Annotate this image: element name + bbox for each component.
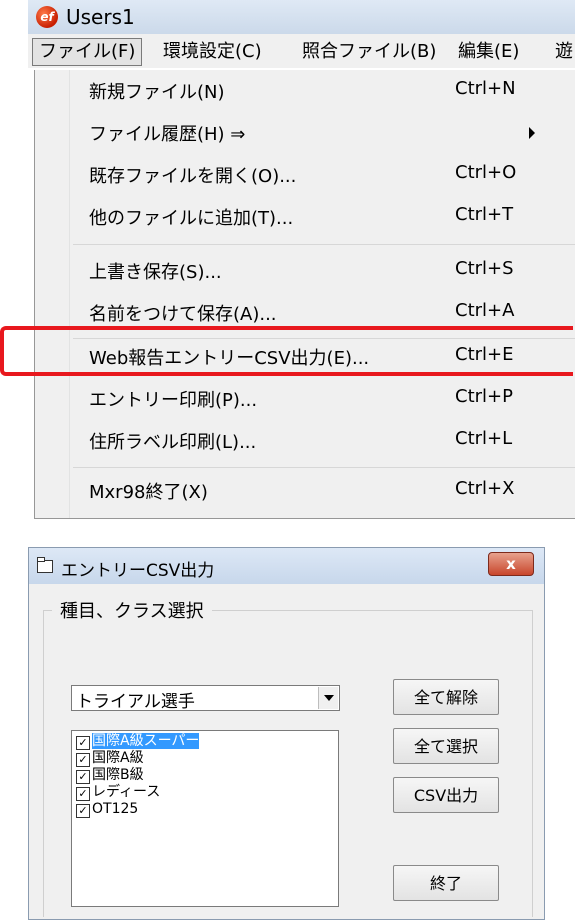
menu-item-file-history[interactable]: ファイル履歴(H) ⇒ xyxy=(35,114,575,152)
list-item-label: 国際A級スーパー xyxy=(92,733,200,749)
list-item[interactable]: ✓ 国際A級 xyxy=(76,750,336,767)
app-logo-icon: ef xyxy=(36,6,58,28)
menu-item-print-entries[interactable]: エントリー印刷(P)... Ctrl+P xyxy=(35,380,575,418)
menu-item-label: 名前をつけて保存(A)... xyxy=(89,304,277,325)
menu-item-label: 新規ファイル(N) xyxy=(89,82,225,103)
menu-item-label: 既存ファイルを開く(O)... xyxy=(89,166,297,187)
list-item[interactable]: ✓ 国際A級スーパー xyxy=(76,733,336,750)
menu-bar: ファイル(F) 環境設定(C) 照合ファイル(B) 編集(E) 遊 xyxy=(28,34,575,68)
event-type-select[interactable]: トライアル選手 xyxy=(71,685,340,712)
menu-item-shortcut: Ctrl+S xyxy=(455,258,514,279)
checkbox[interactable]: ✓ xyxy=(76,787,90,801)
checkbox[interactable]: ✓ xyxy=(76,804,90,818)
menu-separator xyxy=(73,467,575,468)
list-item-label: 国際A級 xyxy=(92,750,144,766)
highlight-box xyxy=(0,326,573,376)
list-item[interactable]: ✓ 国際B級 xyxy=(76,767,336,784)
dialog-title: エントリーCSV出力 xyxy=(61,561,215,581)
menu-item-label: 他のファイルに追加(T)... xyxy=(89,208,294,229)
window-icon xyxy=(37,557,53,573)
menu-item-label: ファイル履歴(H) ⇒ xyxy=(89,124,246,145)
chevron-down-icon[interactable] xyxy=(318,687,338,709)
list-item-label: 国際B級 xyxy=(92,767,144,783)
menu-item-shortcut: Ctrl+P xyxy=(455,386,513,407)
checkbox[interactable]: ✓ xyxy=(76,770,90,784)
menu-file[interactable]: ファイル(F) xyxy=(32,38,143,66)
close-button[interactable]: x xyxy=(488,552,534,576)
list-item-label: OT125 xyxy=(92,801,139,817)
list-item[interactable]: ✓ レディース xyxy=(76,784,336,801)
menu-item-label: 上書き保存(S)... xyxy=(89,262,222,283)
window-title: Users1 xyxy=(66,5,135,29)
menu-overflow[interactable]: 遊 xyxy=(555,39,573,65)
select-value: トライアル選手 xyxy=(76,692,195,712)
submenu-arrow-icon xyxy=(529,127,535,139)
list-item[interactable]: ✓ OT125 xyxy=(76,801,336,818)
menu-item-save[interactable]: 上書き保存(S)... Ctrl+S xyxy=(35,252,575,290)
list-item-label: レディース xyxy=(92,784,161,800)
group-label: 種目、クラス選択 xyxy=(52,597,212,623)
menu-item-new-file[interactable]: 新規ファイル(N) Ctrl+N xyxy=(35,72,575,110)
class-checklist[interactable]: ✓ 国際A級スーパー ✓ 国際A級 ✓ 国際B級 ✓ レディース ✓ OT125 xyxy=(71,730,339,907)
menu-item-shortcut: Ctrl+X xyxy=(455,478,515,499)
dialog-title-bar: エントリーCSV出力 x xyxy=(29,548,544,584)
clear-all-button[interactable]: 全て解除 xyxy=(393,679,499,715)
menu-item-label: 住所ラベル印刷(L)... xyxy=(89,432,257,453)
menu-item-shortcut: Ctrl+N xyxy=(455,78,516,99)
menu-item-shortcut: Ctrl+O xyxy=(455,162,517,183)
menu-item-open-file[interactable]: 既存ファイルを開く(O)... Ctrl+O xyxy=(35,156,575,194)
menu-item-shortcut: Ctrl+T xyxy=(455,204,514,225)
menu-separator xyxy=(73,244,575,245)
menu-item-shortcut: Ctrl+A xyxy=(455,300,515,321)
app-window: ef Users1 ファイル(F) 環境設定(C) 照合ファイル(B) 編集(E… xyxy=(28,0,575,520)
title-bar: ef Users1 xyxy=(28,0,575,34)
exit-button[interactable]: 終了 xyxy=(393,865,499,901)
checkbox[interactable]: ✓ xyxy=(76,753,90,767)
checkbox[interactable]: ✓ xyxy=(76,736,90,750)
menu-item-label: Mxr98終了(X) xyxy=(89,482,208,503)
menu-item-append-file[interactable]: 他のファイルに追加(T)... Ctrl+T xyxy=(35,198,575,236)
menu-environment[interactable]: 環境設定(C) xyxy=(163,39,262,65)
menu-edit[interactable]: 編集(E) xyxy=(458,39,519,65)
select-all-button[interactable]: 全て選択 xyxy=(393,728,499,764)
menu-match-file[interactable]: 照合ファイル(B) xyxy=(302,39,436,65)
menu-item-print-labels[interactable]: 住所ラベル印刷(L)... Ctrl+L xyxy=(35,422,575,460)
menu-item-label: エントリー印刷(P)... xyxy=(89,390,258,411)
csv-output-button[interactable]: CSV出力 xyxy=(393,777,499,813)
menu-item-shortcut: Ctrl+L xyxy=(455,428,513,449)
entry-csv-dialog: エントリーCSV出力 x 種目、クラス選択 トライアル選手 ✓ 国際A級スーパー … xyxy=(28,547,545,920)
file-dropdown-menu: 新規ファイル(N) Ctrl+N ファイル履歴(H) ⇒ 既存ファイルを開く(O… xyxy=(34,70,575,519)
menu-item-exit[interactable]: Mxr98終了(X) Ctrl+X xyxy=(35,472,575,510)
